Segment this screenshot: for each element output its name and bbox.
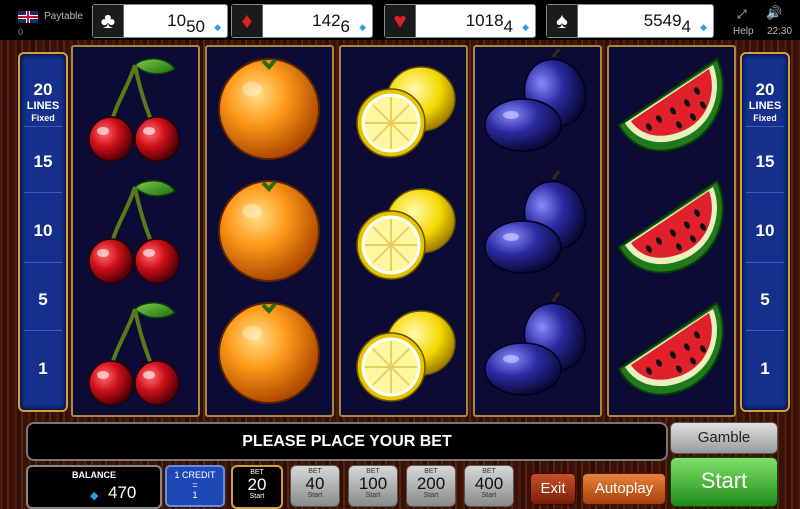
jackpot-hearts: ♥ 10184 ◆ bbox=[384, 4, 536, 38]
lines-fixed-label: Fixed bbox=[753, 113, 777, 123]
clubs-icon: ♣ bbox=[93, 5, 124, 37]
exit-button[interactable]: Exit bbox=[530, 473, 576, 505]
lines-label: LINES bbox=[26, 100, 60, 112]
spades-icon: ♠ bbox=[547, 5, 578, 37]
credit-title: 1 CREDIT bbox=[174, 470, 216, 480]
help-link[interactable]: Help bbox=[733, 26, 754, 37]
jackpot-spades-value: 5549 bbox=[643, 11, 682, 30]
lines-fixed-label: Fixed bbox=[31, 113, 55, 123]
lines-label: LINES bbox=[748, 100, 782, 112]
cherry-icon bbox=[87, 300, 181, 407]
jackpot-hearts-sub: 4 bbox=[503, 17, 513, 36]
reel-4 bbox=[473, 45, 602, 417]
lines-panel-left: 20 LINES Fixed 15 10 5 1 bbox=[18, 52, 68, 412]
hearts-icon: ♥ bbox=[385, 5, 416, 37]
orange-icon bbox=[217, 179, 321, 283]
bet-value: 100 bbox=[358, 474, 388, 493]
lines-panel-right: 20 LINES Fixed 15 10 5 1 bbox=[740, 52, 790, 412]
jackpot-diamonds-value: 142 bbox=[312, 11, 341, 30]
balance-value: 470 bbox=[108, 483, 137, 502]
diamonds-icon: ♦ bbox=[232, 5, 263, 37]
bet-button-20[interactable]: BET 20 Start bbox=[231, 465, 283, 509]
jackpot-diamonds: ♦ 1426 ◆ bbox=[231, 4, 373, 38]
line-marker-15: 15 bbox=[33, 152, 53, 171]
diamond-icon: ◆ bbox=[700, 22, 707, 32]
balance-title: BALANCE bbox=[72, 470, 116, 480]
credit-eq: = bbox=[192, 480, 198, 490]
lemon-icon bbox=[355, 309, 457, 403]
line-marker-5: 5 bbox=[760, 290, 770, 309]
line-marker-15: 15 bbox=[755, 152, 775, 171]
plum-icon bbox=[483, 47, 597, 153]
uk-flag-icon[interactable] bbox=[18, 11, 38, 23]
bet-button-400[interactable]: BET 400 Start bbox=[464, 465, 514, 507]
cherry-icon bbox=[87, 56, 181, 163]
cherry-icon bbox=[87, 178, 181, 285]
line-marker-10: 10 bbox=[33, 221, 53, 240]
plum-icon bbox=[483, 291, 597, 397]
bet-value: 200 bbox=[416, 474, 446, 493]
bet-sub: Start bbox=[365, 492, 381, 499]
bet-button-100[interactable]: BET 100 Start bbox=[348, 465, 398, 507]
reel-1 bbox=[71, 45, 200, 417]
jackpot-clubs-sub: 50 bbox=[186, 17, 205, 36]
lines-count: 20 bbox=[755, 80, 775, 99]
jackpot-diamonds-sub: 6 bbox=[340, 17, 350, 36]
credit-box[interactable]: 1 CREDIT = 1 bbox=[165, 465, 225, 507]
lines-count: 20 bbox=[33, 80, 53, 99]
diamond-icon: ◆ bbox=[359, 22, 366, 32]
reel-5 bbox=[607, 45, 736, 417]
watermelon-icon bbox=[618, 180, 724, 274]
status-message: PLEASE PLACE YOUR BET bbox=[26, 422, 668, 461]
plum-icon bbox=[483, 169, 597, 275]
gamble-button[interactable]: Gamble bbox=[670, 422, 778, 454]
orange-icon bbox=[217, 57, 321, 161]
bet-value: 400 bbox=[474, 474, 504, 493]
bet-value: 20 bbox=[247, 475, 267, 494]
bet-button-200[interactable]: BET 200 Start bbox=[406, 465, 456, 507]
jackpot-clubs: ♣ 1050 ◆ bbox=[92, 4, 228, 38]
bet-value: 40 bbox=[305, 474, 325, 493]
diamond-icon: ◆ bbox=[522, 22, 529, 32]
watermelon-icon bbox=[618, 302, 724, 396]
credit-value: 1 bbox=[192, 490, 198, 500]
line-marker-1: 1 bbox=[38, 359, 48, 378]
jackpot-clubs-value: 10 bbox=[167, 11, 187, 30]
autoplay-button[interactable]: Autoplay bbox=[582, 473, 666, 505]
diamond-icon: ◆ bbox=[90, 490, 99, 502]
line-marker-1: 1 bbox=[760, 359, 770, 378]
jackpot-spades-sub: 4 bbox=[681, 17, 691, 36]
start-button[interactable]: Start bbox=[670, 457, 778, 507]
lemon-icon bbox=[355, 65, 457, 159]
jackpot-spades: ♠ 55494 ◆ bbox=[546, 4, 714, 38]
top-bar: Paytable 0 ♣ 1050 ◆ ♦ 1426 ◆ ♥ 10184 ◆ ♠… bbox=[0, 0, 800, 40]
reel-3 bbox=[339, 45, 468, 417]
line-marker-10: 10 bbox=[755, 221, 775, 240]
bet-sub: Start bbox=[249, 493, 265, 500]
bet-sub: Start bbox=[307, 492, 323, 499]
speaker-icon[interactable]: 🔊 bbox=[766, 5, 782, 21]
diamond-icon: ◆ bbox=[214, 22, 221, 32]
jackpot-hearts-value: 1018 bbox=[465, 11, 504, 30]
balance-box: BALANCE ◆ 470 bbox=[26, 465, 162, 509]
bet-sub: Start bbox=[481, 492, 497, 499]
zero-label: 0 bbox=[18, 27, 24, 37]
line-marker-5: 5 bbox=[38, 290, 48, 309]
bet-button-40[interactable]: BET 40 Start bbox=[290, 465, 340, 507]
bet-sub: Start bbox=[423, 492, 439, 499]
paytable-link[interactable]: Paytable bbox=[44, 11, 83, 22]
orange-icon bbox=[217, 301, 321, 405]
watermelon-icon bbox=[618, 58, 724, 152]
reel-2 bbox=[205, 45, 334, 417]
clock: 22:30 bbox=[767, 26, 793, 37]
fullscreen-icon[interactable]: ⤢ bbox=[737, 7, 747, 22]
lemon-icon bbox=[355, 187, 457, 281]
